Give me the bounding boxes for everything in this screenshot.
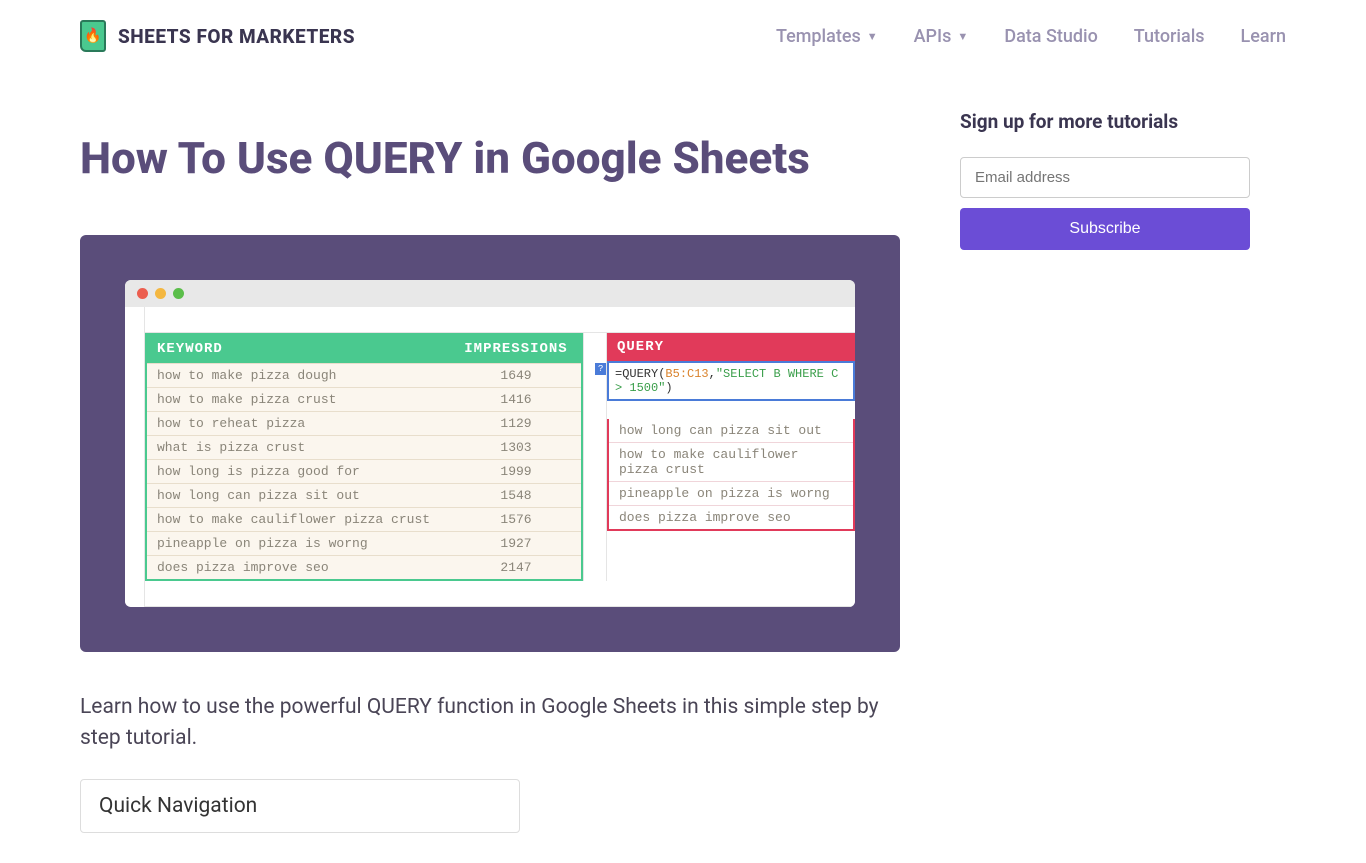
table-row: how to make pizza dough1649 — [147, 363, 581, 387]
table-row: pineapple on pizza is worng1927 — [147, 531, 581, 555]
logo[interactable]: SHEETS FOR MARKETERS — [80, 20, 355, 52]
table-row: does pizza improve seo2147 — [147, 555, 581, 579]
article-intro: Learn how to use the powerful QUERY func… — [80, 692, 900, 755]
minimize-icon — [155, 288, 166, 299]
table-row: how long can pizza sit out1548 — [147, 483, 581, 507]
maximize-icon — [173, 288, 184, 299]
col-keyword: KEYWORD — [147, 335, 451, 363]
table-row: how to make cauliflower pizza crust1576 — [147, 507, 581, 531]
query-formula: ? =QUERY(B5:C13,"SELECT B WHERE C > 1500… — [607, 361, 855, 401]
nav-templates[interactable]: Templates▼ — [776, 26, 878, 47]
table-row: how long is pizza good for1999 — [147, 459, 581, 483]
brand-name: SHEETS FOR MARKETERS — [118, 25, 355, 48]
nav-datastudio[interactable]: Data Studio — [1004, 26, 1097, 47]
nav-apis[interactable]: APIs▼ — [914, 26, 969, 47]
quick-navigation[interactable]: Quick Navigation — [80, 779, 520, 833]
nav-learn[interactable]: Learn — [1241, 26, 1286, 47]
table-row: how to make pizza crust1416 — [147, 387, 581, 411]
main-nav: Templates▼ APIs▼ Data Studio Tutorials L… — [776, 26, 1286, 47]
result-row: how long can pizza sit out — [609, 419, 853, 442]
subscribe-button[interactable]: Subscribe — [960, 208, 1250, 250]
col-impressions: IMPRESSIONS — [451, 335, 581, 363]
result-row: pineapple on pizza is worng — [609, 481, 853, 505]
hero-image: KEYWORD IMPRESSIONS how to make pizza do… — [80, 235, 900, 652]
chevron-down-icon: ▼ — [957, 30, 968, 43]
email-field[interactable] — [960, 157, 1250, 198]
chevron-down-icon: ▼ — [867, 30, 878, 43]
result-row: does pizza improve seo — [609, 505, 853, 529]
sidebar-title: Sign up for more tutorials — [960, 110, 1250, 133]
col-query: QUERY — [607, 333, 855, 361]
page-title: How To Use QUERY in Google Sheets — [80, 132, 900, 185]
close-icon — [137, 288, 148, 299]
table-row: how to reheat pizza1129 — [147, 411, 581, 435]
result-row: how to make cauliflower pizza crust — [609, 442, 853, 481]
window-titlebar — [125, 280, 855, 307]
table-row: what is pizza crust1303 — [147, 435, 581, 459]
nav-tutorials[interactable]: Tutorials — [1134, 26, 1205, 47]
logo-icon — [80, 20, 106, 52]
